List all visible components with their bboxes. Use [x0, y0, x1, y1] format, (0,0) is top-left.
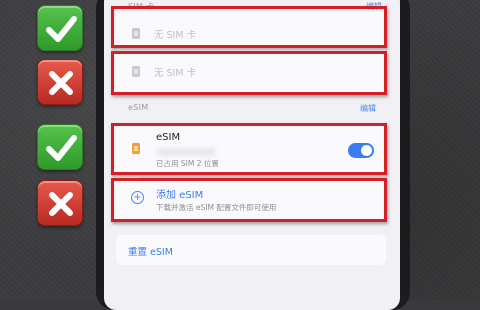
reset-esim-button[interactable]: 重置 eSIM — [116, 235, 386, 265]
highlight-box — [111, 6, 387, 48]
highlight-box — [111, 51, 387, 95]
reset-esim-label: 重置 eSIM — [128, 247, 173, 258]
esim-section-label: eSIM — [128, 103, 149, 112]
cross-icon — [37, 59, 83, 105]
checkmark-icon — [37, 124, 83, 170]
highlight-box — [111, 178, 387, 222]
highlight-box — [111, 123, 387, 175]
esim-edit-link[interactable]: 编辑 — [360, 103, 376, 114]
cross-icon — [37, 180, 83, 226]
checkmark-icon — [37, 5, 83, 51]
